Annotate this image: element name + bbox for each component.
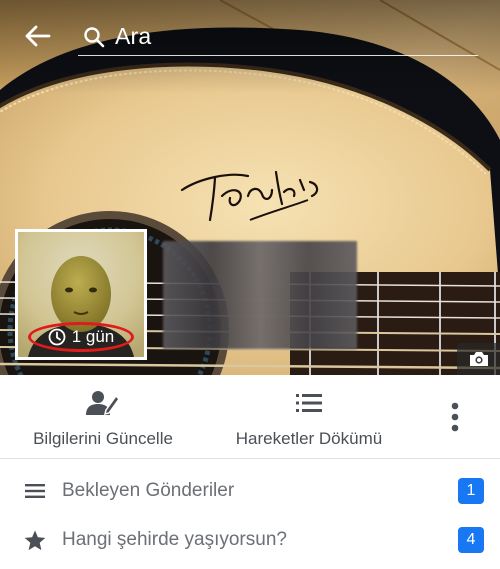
list-icon <box>296 389 322 417</box>
search-bar[interactable]: Ara <box>78 18 478 56</box>
change-cover-button[interactable] <box>457 343 500 375</box>
update-info-button[interactable]: Bilgilerini Güncelle <box>22 389 184 449</box>
count-badge: 4 <box>458 527 484 553</box>
blurred-profile-name <box>163 241 357 349</box>
list-item-city-question[interactable]: Hangi şehirde yaşıyorsun? 4 <box>0 516 500 564</box>
activity-log-button[interactable]: Hareketler Dökümü <box>223 389 395 449</box>
cover-photo[interactable]: Ara 1 gün <box>0 0 500 375</box>
edit-profile-icon <box>86 389 120 417</box>
profile-photo-image: 1 gün <box>18 232 144 357</box>
count-badge: 1 <box>458 478 484 504</box>
search-icon <box>83 26 105 48</box>
activity-log-label: Hareketler Dökümü <box>235 429 383 448</box>
profile-actions-bar: Bilgilerini Güncelle Hareketler Dökümü <box>0 375 500 459</box>
more-options-button[interactable] <box>440 399 470 435</box>
camera-icon <box>469 352 488 366</box>
update-info-label: Bilgilerini Güncelle <box>33 429 173 448</box>
profile-picture[interactable]: 1 gün <box>15 229 147 360</box>
city-question-label: Hangi şehirde yaşıyorsun? <box>62 529 287 550</box>
story-age-badge: 1 gün <box>28 322 134 352</box>
more-vertical-icon <box>451 402 459 432</box>
menu-lines-icon <box>24 480 46 502</box>
list-item-pending-posts[interactable]: Bekleyen Gönderiler 1 <box>0 467 500 515</box>
star-icon <box>24 529 46 551</box>
highlight-circle <box>28 322 134 352</box>
arrow-left-icon <box>25 25 51 47</box>
search-placeholder: Ara <box>115 23 152 49</box>
pending-posts-label: Bekleyen Gönderiler <box>62 480 235 501</box>
back-button[interactable] <box>22 20 54 52</box>
